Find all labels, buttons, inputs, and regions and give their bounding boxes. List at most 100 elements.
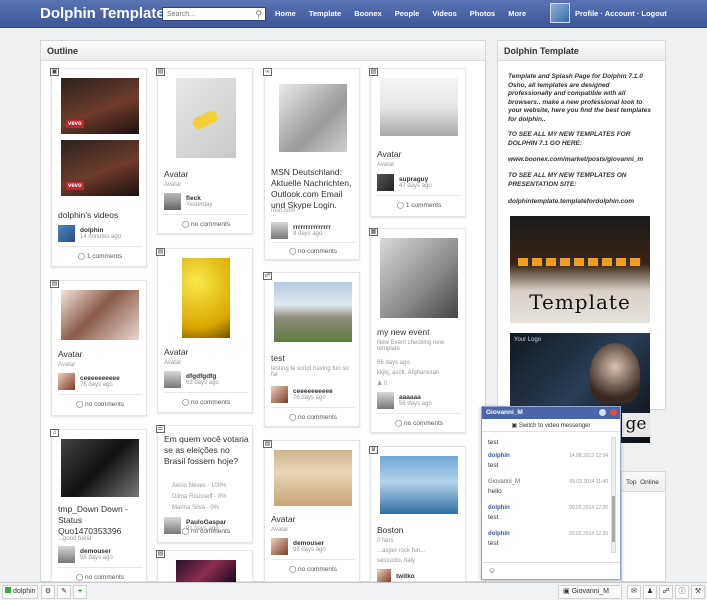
- comments-link[interactable]: ◯ no comments: [371, 419, 467, 427]
- promo-link-1[interactable]: www.boonex.com/market/posts/giovanni_m: [508, 156, 653, 165]
- product-thumb[interactable]: [274, 282, 352, 342]
- card-author[interactable]: twitko: [377, 569, 415, 583]
- add-icon[interactable]: +: [73, 585, 87, 599]
- edit-icon[interactable]: ✎: [57, 585, 71, 599]
- chat-header[interactable]: Giovanni_M: [482, 407, 620, 419]
- group-thumb[interactable]: [380, 456, 458, 514]
- card-poll[interactable]: ☰ Em quem você votaria se as eleições no…: [156, 425, 254, 543]
- card-link[interactable]: ∞ MSN Deutschland: Aktuelle Nachrichten,…: [263, 68, 361, 260]
- tab-online[interactable]: Online: [640, 479, 659, 486]
- nav-template[interactable]: Template: [309, 9, 341, 18]
- card-title[interactable]: dolphin's videos: [58, 210, 118, 220]
- video-thumb-1[interactable]: vevo: [61, 78, 139, 134]
- poll-option-2[interactable]: Dilma Rousseff - 0%: [172, 494, 227, 500]
- music-thumb[interactable]: [61, 439, 139, 497]
- tools-icon[interactable]: ⚒: [691, 585, 705, 599]
- avatar[interactable]: [164, 193, 181, 210]
- photo-thumb[interactable]: [274, 450, 352, 506]
- nav-videos[interactable]: Videos: [432, 9, 456, 18]
- search-input[interactable]: [163, 8, 251, 20]
- search-box[interactable]: ⚲: [162, 7, 266, 21]
- gear-icon[interactable]: ⚙: [41, 585, 55, 599]
- comments-link[interactable]: ◯ no comments: [158, 398, 254, 406]
- user-status-button[interactable]: dolphin: [2, 585, 38, 599]
- card-avatar-5[interactable]: ▤ Avatar Avatar ceeeeeeeeee 76 days ago ◯…: [50, 280, 148, 416]
- avatar[interactable]: [271, 538, 288, 555]
- minimize-icon[interactable]: [599, 409, 606, 416]
- card-author[interactable]: demouser 98 days ago: [271, 538, 326, 555]
- switch-video-button[interactable]: ▣ Switch to video messenger: [482, 419, 620, 432]
- promo-link-2[interactable]: dolphintemplate.templatefordolphin.com: [508, 198, 653, 207]
- avatar[interactable]: [58, 225, 75, 242]
- close-icon[interactable]: [610, 409, 617, 416]
- comments-link[interactable]: ◯ no comments: [158, 220, 254, 228]
- photo-thumb[interactable]: [182, 258, 230, 338]
- emoticon-icon[interactable]: ☺: [488, 566, 496, 575]
- photo-thumb[interactable]: [380, 78, 458, 136]
- comments-link[interactable]: ◯ 1 comments: [52, 252, 148, 260]
- card-event[interactable]: ▦ my new event New Event checking new te…: [369, 228, 467, 433]
- poll-option-3[interactable]: Marina Silva - 0%: [172, 505, 219, 511]
- comments-link[interactable]: ◯ no comments: [52, 400, 148, 408]
- card-title[interactable]: MSN Deutschland: Aktuelle Nachrichten, O…: [271, 167, 357, 211]
- card-avatar-13[interactable]: ▤: [156, 550, 253, 583]
- comments-link[interactable]: ◯ no comments: [265, 413, 361, 421]
- friends-icon[interactable]: ♟: [643, 585, 657, 599]
- card-title[interactable]: test: [271, 353, 285, 363]
- avatar[interactable]: [164, 371, 181, 388]
- nav-photos[interactable]: Photos: [470, 9, 495, 18]
- card-avatar-4[interactable]: ▤ Avatar Avatar supraguy 47 days ago ◯ 1 …: [369, 68, 467, 217]
- card-title[interactable]: Boston: [377, 525, 403, 535]
- card-author[interactable]: demouser 98 days ago: [58, 546, 113, 563]
- card-avatar-6[interactable]: ▤ Avatar Avatar dfgdfgdfg 63 days ago ◯ n…: [156, 248, 254, 413]
- card-group[interactable]: ♛ Boston 0 fans ...asper rock fun... sas…: [369, 446, 466, 583]
- nav-more[interactable]: More: [508, 9, 526, 18]
- card-title[interactable]: Avatar: [164, 169, 188, 179]
- comments-link[interactable]: ◯ no comments: [265, 247, 361, 255]
- card-videos[interactable]: ▣ vevo vevo dolphin's videos dolphin 14 m…: [50, 68, 148, 267]
- card-title[interactable]: tmp_Down Down - Status Quo1470353396: [58, 504, 144, 537]
- comments-link[interactable]: ◯ 1 comments: [371, 201, 467, 209]
- photo-thumb[interactable]: [176, 560, 236, 583]
- link-thumb[interactable]: [279, 84, 347, 152]
- card-author[interactable]: ceeeeeeeeee 76 days ago: [58, 373, 120, 390]
- avatar[interactable]: [271, 386, 288, 403]
- card-author[interactable]: aaaaaa 56 days ago: [377, 392, 432, 409]
- card-title[interactable]: Em quem você votaria se as eleições no B…: [164, 434, 250, 467]
- card-music[interactable]: ♫ tmp_Down Down - Status Quo1470353396 .…: [50, 429, 148, 582]
- card-author[interactable]: dolphin 14 minutes ago: [58, 225, 121, 242]
- photo-thumb[interactable]: [61, 290, 139, 340]
- avatar[interactable]: [271, 222, 288, 239]
- avatar[interactable]: [377, 392, 394, 409]
- chat-scrollbar[interactable]: [611, 437, 616, 553]
- avatar[interactable]: [58, 373, 75, 390]
- comments-link[interactable]: ◯ no comments: [158, 527, 254, 535]
- header-avatar[interactable]: [550, 3, 570, 23]
- mail-icon[interactable]: ✉: [627, 585, 641, 599]
- card-title[interactable]: Avatar: [377, 149, 401, 159]
- site-logo[interactable]: Dolphin Template: [40, 5, 165, 22]
- card-title[interactable]: Avatar: [164, 347, 188, 357]
- cart-icon[interactable]: ☍: [659, 585, 673, 599]
- comments-link[interactable]: ◯ no comments: [265, 565, 361, 573]
- card-author[interactable]: supraguy 47 days ago: [377, 174, 432, 191]
- chat-tab-giovanni[interactable]: ▣ Giovanni_M: [558, 585, 622, 599]
- info-icon[interactable]: ⓘ: [675, 585, 689, 599]
- video-thumb-2[interactable]: vevo: [61, 140, 139, 196]
- card-author[interactable]: ceeeeeeeeee 76 days ago: [271, 386, 333, 403]
- nav-home[interactable]: Home: [275, 9, 296, 18]
- nav-boonex[interactable]: Boonex: [354, 9, 382, 18]
- comments-link[interactable]: ◯ no comments: [52, 573, 148, 581]
- search-icon[interactable]: ⚲: [255, 9, 262, 20]
- card-author[interactable]: fleck Yesterday: [164, 193, 212, 210]
- promo-image-1[interactable]: Template: [510, 216, 650, 323]
- avatar[interactable]: [377, 569, 391, 583]
- card-title[interactable]: Avatar: [58, 349, 82, 359]
- avatar[interactable]: [377, 174, 394, 191]
- card-author[interactable]: dfgdfgdfg 63 days ago: [164, 371, 219, 388]
- card-author[interactable]: rrrrrrrrrrrrrrr 9 days ago: [271, 222, 331, 239]
- card-avatar-11[interactable]: ▤ Avatar Avatar demouser 98 days ago ◯ no…: [263, 440, 361, 582]
- card-title[interactable]: Avatar: [271, 514, 295, 524]
- nav-people[interactable]: People: [395, 9, 420, 18]
- tab-top[interactable]: Top: [626, 479, 636, 486]
